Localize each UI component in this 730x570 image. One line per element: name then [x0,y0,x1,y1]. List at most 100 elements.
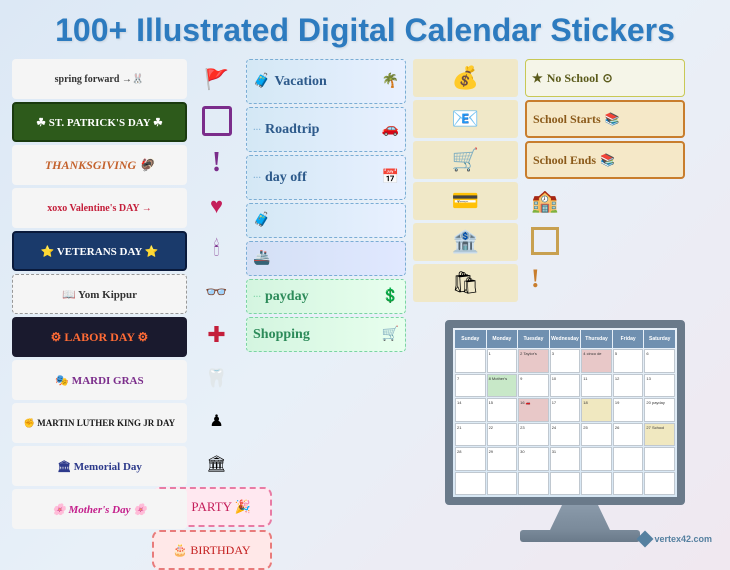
watermark-text: vertex42.com [654,534,712,544]
sticker-mlk-day[interactable]: ✊ MARTIN LUTHER KING JR DAY [12,403,187,443]
cal-header-tue: Tuesday [518,330,549,348]
cal-cell: 14 [455,398,486,422]
vacation-icon2: 🌴 [382,73,399,90]
sticker-memorial-day[interactable]: 🏛 Memorial Day [12,446,187,486]
cal-cell: 29 [487,447,518,471]
cal-cell: 17 [550,398,581,422]
cal-cell: 28 [455,447,486,471]
cal-cell: 13 [644,374,675,398]
cal-cell [581,447,612,471]
main-container: 100+ Illustrated Digital Calendar Sticke… [0,0,730,570]
cal-cell: 12 [613,374,644,398]
symbol-exclaim[interactable]: ! [192,143,242,183]
cal-cell [455,472,486,496]
sticker-laborday[interactable]: ⚙ LABOR DAY ⚙ [12,317,187,357]
sticker-thanksgiving[interactable]: THANKSGIVING 🦃 [12,145,187,185]
roadtrip-icon: 🚗 [382,121,399,138]
payday-icon: 💲 [382,288,399,305]
cal-cell: 8 Mother's [487,374,518,398]
cal-cell [613,447,644,471]
cal-cell: 25 [581,423,612,447]
symbol-glasses[interactable]: 👓 [192,272,242,312]
sticker-valentines[interactable]: xoxo Valentine's DAY → [12,188,187,228]
cal-cell: 4 cinco de [581,349,612,373]
sticker-extra1[interactable]: 🧳 [246,203,406,238]
cal-cell [487,472,518,496]
sticker-veterans[interactable]: ⭐ VETERANS DAY ⭐ [12,231,187,271]
symbol-misc2[interactable]: 🏛 [192,444,242,484]
finance-icon5[interactable]: 🏦 [413,223,518,261]
sticker-yomkippur[interactable]: 📖 Yom Kippur [12,274,187,314]
sticker-mothers-day[interactable]: 🌸 Mother's Day 🌸 [12,489,187,529]
cal-header-wed: Wednesday [550,330,581,348]
symbol-flag[interactable]: 🚩 [192,59,242,99]
holidays-column: spring forward →🐰 ☘ ST. PATRICK'S DAY ☘ … [12,59,187,570]
shopping-icon: 🛒 [382,326,399,343]
symbol-tooth[interactable]: 🦷 [192,358,242,398]
sticker-school-starts[interactable]: School Starts 📚 [525,100,685,138]
school-symbol3[interactable]: ! [525,261,685,296]
school-symbol1[interactable]: 🏫 [525,182,685,220]
finance-icon2[interactable]: 📧 [413,100,518,138]
cal-cell [581,472,612,496]
roadtrip-dots: ··· [253,125,261,134]
finance-icon1[interactable]: 💰 [413,59,518,97]
cal-header-thu: Thursday [581,330,612,348]
symbol-cross[interactable]: ✚ [192,315,242,355]
cal-cell [644,472,675,496]
no-school-icon: ⊙ [602,71,612,86]
calendar-preview: Sunday Monday Tuesday Wednesday Thursday… [453,328,677,497]
school-symbol2[interactable] [525,223,685,258]
symbol-heart[interactable]: ♥ [192,186,242,226]
sticker-school-ends[interactable]: School Ends 📚 [525,141,685,179]
cal-cell: 20 payday [644,398,675,422]
monitor-base [520,530,640,542]
school-starts-label: School Starts [533,112,601,127]
cal-cell [644,447,675,471]
finance-icon4[interactable]: 💳 [413,182,518,220]
cal-cell: 19 [613,398,644,422]
cal-header-sun: Sunday [455,330,486,348]
vacation-label: Vacation [274,74,326,90]
cal-cell: 5 [613,349,644,373]
cal-header-fri: Friday [613,330,644,348]
sticker-roadtrip[interactable]: ··· Roadtrip 🚗 [246,107,406,152]
cal-cell [550,472,581,496]
extra-icon: 🧳 [253,212,270,229]
cal-cell: 22 [487,423,518,447]
sticker-dayoff[interactable]: ··· day off 📅 [246,155,406,200]
sticker-spring-forward[interactable]: spring forward →🐰 [12,59,187,99]
extra2-icon: 🚢 [253,250,270,267]
no-school-label: No School [547,71,599,86]
symbol-candle[interactable]: 🕯 [192,229,242,269]
cal-cell: 27 School [644,423,675,447]
sticker-payday[interactable]: ··· payday 💲 [246,279,406,314]
cal-cell: 9 [518,374,549,398]
cal-cell [455,349,486,373]
sticker-vacation[interactable]: 🧳 Vacation 🌴 [246,59,406,104]
sticker-extra2[interactable]: 🚢 [246,241,406,276]
symbol-misc1[interactable]: ♟ [192,401,242,441]
cal-cell: 10 [550,374,581,398]
sticker-shopping[interactable]: Shopping 🛒 [246,317,406,352]
monitor-stand [550,505,610,530]
finance-icon3[interactable]: 🛒 [413,141,518,179]
school-ends-icon: 📚 [600,153,615,168]
sticker-mardi-gras[interactable]: 🎭 MARDI GRAS [12,360,187,400]
cal-cell [613,472,644,496]
cal-cell: 31 [550,447,581,471]
cal-cell: 2 Taylor's [518,349,549,373]
sticker-stpatricks[interactable]: ☘ ST. PATRICK'S DAY ☘ [12,102,187,142]
cal-cell: 23 [518,423,549,447]
finance-icon6[interactable]: 🛍 [413,264,518,302]
cal-header-mon: Monday [487,330,518,348]
logo-icon [637,531,654,548]
payday-dots: ··· [253,292,261,301]
sticker-no-school[interactable]: ★ No School ⊙ [525,59,685,97]
watermark: vertex42.com [639,533,712,545]
symbol-square[interactable] [202,106,232,136]
activities-column: 🧳 Vacation 🌴 ··· Roadtrip 🚗 ··· day off … [246,59,406,570]
monitor-display: Sunday Monday Tuesday Wednesday Thursday… [445,320,715,550]
cal-header-sat: Saturday [644,330,675,348]
no-school-star: ★ [532,71,543,86]
